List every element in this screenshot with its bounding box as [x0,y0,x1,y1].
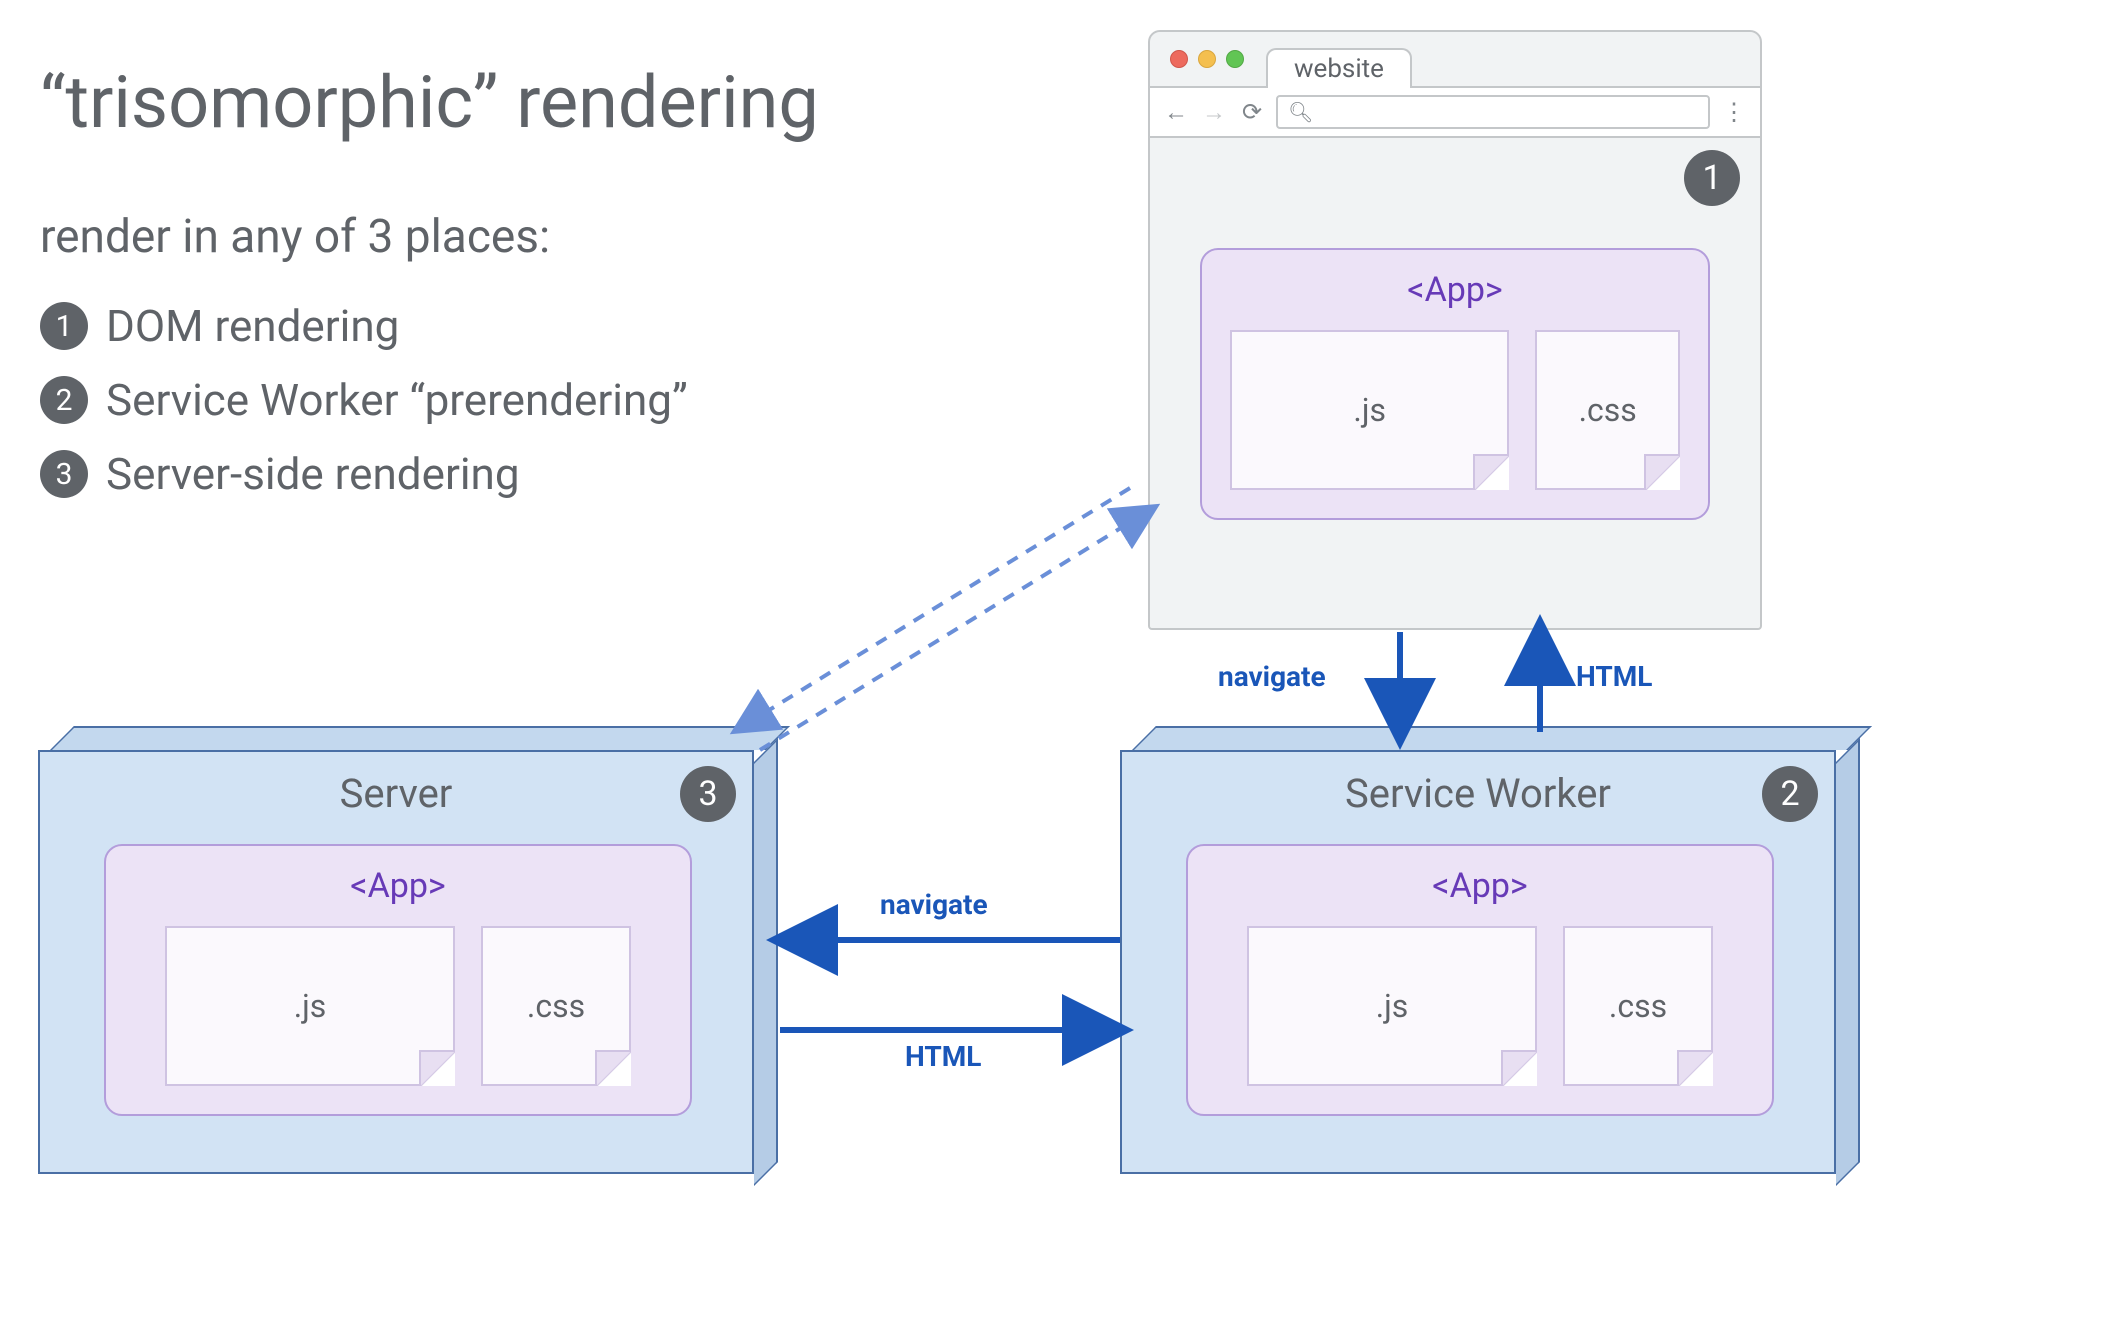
sw-file-js: .js [1247,926,1537,1086]
server-file-row: .js .css [134,926,662,1086]
sw-box-face: Service Worker 2 <App> .js .css [1120,750,1836,1174]
refresh-icon: ⟳ [1238,98,1266,126]
diagram-title: “trisomorphic” rendering [40,60,819,145]
file-css-label: .css [1579,391,1637,429]
server-file-js: .js [165,926,455,1086]
bullet-item-1: 1 DOM rendering [40,300,688,352]
file-js-label: .js [1376,987,1409,1025]
server-box-side [754,738,778,1186]
sw-app-label: <App> [1216,866,1744,906]
browser-app-label: <App> [1230,270,1680,310]
bullet-list: 1 DOM rendering 2 Service Worker “preren… [40,300,688,522]
url-bar: ← → ⟳ 🔍︎ ⋮ [1150,86,1760,138]
bullet-number-1: 1 [40,302,88,350]
sw-file-css: .css [1563,926,1713,1086]
browser-file-js: .js [1230,330,1509,490]
page-fold-icon [1677,1050,1713,1086]
menu-icon: ⋮ [1720,98,1748,126]
arrow-browser-to-sw [1350,632,1450,742]
browser-viewport: 1 <App> .js .css [1150,138,1760,628]
bullet-text-2: Service Worker “prerendering” [106,374,688,426]
traffic-lights [1164,32,1244,86]
sw-badge: 2 [1762,766,1818,822]
page-fold-icon [1473,454,1509,490]
forward-icon: → [1200,98,1228,127]
file-js-label: .js [294,987,327,1025]
page-fold-icon [1501,1050,1537,1086]
maximize-icon [1226,50,1244,68]
browser-app-card: <App> .js .css [1200,248,1710,520]
server-box-top [50,726,790,750]
arrow-label-navigate-left: navigate [880,888,988,921]
arrow-label-navigate-down: navigate [1218,660,1326,693]
browser-badge: 1 [1684,150,1740,206]
server-box-face: Server 3 <App> .js .css [38,750,754,1174]
browser-file-css: .css [1535,330,1680,490]
search-icon: 🔍︎ [1288,100,1313,124]
server-badge: 3 [680,766,736,822]
file-css-label: .css [527,987,585,1025]
bullet-number-3: 3 [40,450,88,498]
arrow-label-html-right: HTML [905,1040,981,1073]
minimize-icon [1198,50,1216,68]
browser-tab: website [1266,48,1412,88]
close-icon [1170,50,1188,68]
server-box: Server 3 <App> .js .css [38,750,754,1174]
page-fold-icon [419,1050,455,1086]
bullet-text-1: DOM rendering [106,300,399,352]
file-css-label: .css [1609,987,1667,1025]
arrow-sw-to-server [780,920,1120,960]
arrow-sw-to-browser [1490,632,1590,742]
bullet-item-2: 2 Service Worker “prerendering” [40,374,688,426]
server-file-css: .css [481,926,631,1086]
service-worker-box: Service Worker 2 <App> .js .css [1120,750,1836,1174]
browser-window: website ← → ⟳ 🔍︎ ⋮ 1 <App> .js .css [1148,30,1762,630]
sw-app-card: <App> .js .css [1186,844,1774,1116]
server-app-label: <App> [134,866,662,906]
arrow-label-html-up: HTML [1576,660,1652,693]
server-app-card: <App> .js .css [104,844,692,1116]
file-js-label: .js [1353,391,1386,429]
page-fold-icon [1644,454,1680,490]
bullet-text-3: Server-side rendering [106,448,520,500]
server-title: Server [40,752,752,827]
sw-file-row: .js .css [1216,926,1744,1086]
back-icon: ← [1162,98,1190,127]
browser-file-row: .js .css [1230,330,1680,490]
browser-tab-bar: website [1150,32,1760,86]
arrow-server-browser-dashed [730,480,1170,760]
sw-title: Service Worker [1122,752,1834,827]
url-input: 🔍︎ [1276,95,1710,129]
sw-box-side [1836,738,1860,1186]
diagram-subtitle: render in any of 3 places: [40,210,550,264]
bullet-item-3: 3 Server-side rendering [40,448,688,500]
page-fold-icon [595,1050,631,1086]
bullet-number-2: 2 [40,376,88,424]
